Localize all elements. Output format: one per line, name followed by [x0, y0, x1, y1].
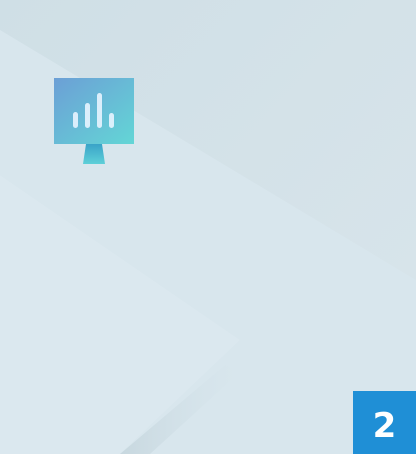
page-number-badge: 2 [353, 391, 416, 454]
chart-monitor-icon[interactable] [54, 78, 134, 164]
background-shapes [0, 0, 416, 454]
desktop: 2 [0, 0, 416, 454]
